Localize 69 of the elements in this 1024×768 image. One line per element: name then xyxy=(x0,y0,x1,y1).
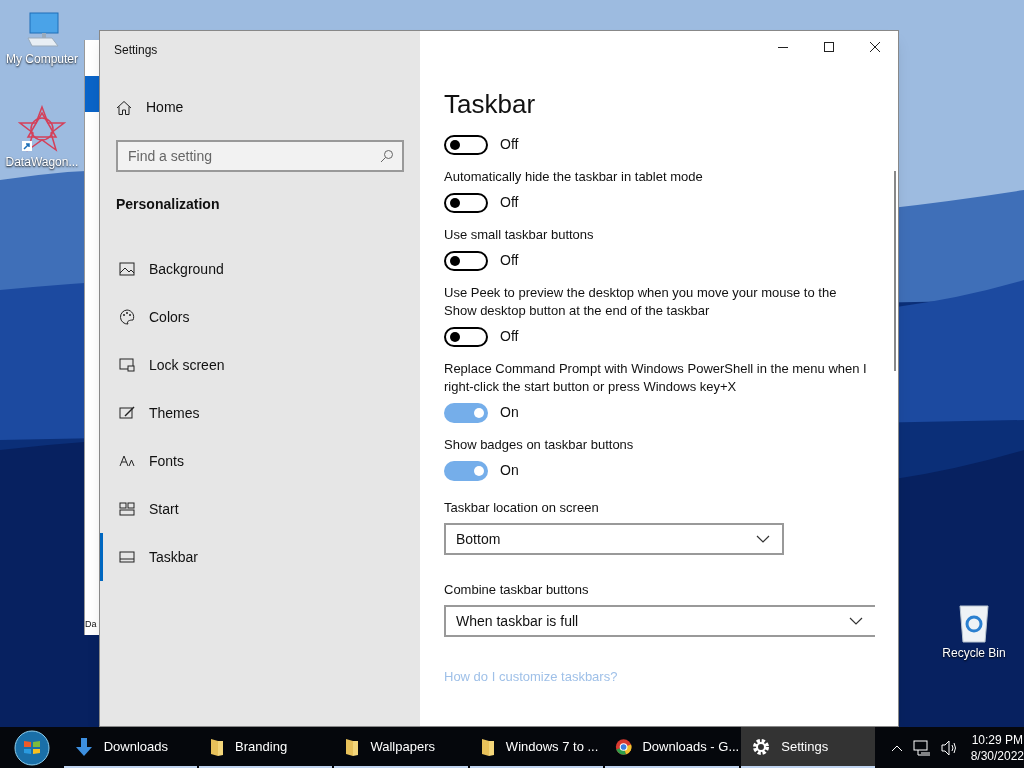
toggle-state: On xyxy=(500,403,519,422)
font-icon xyxy=(119,454,135,468)
toggle-switch[interactable] xyxy=(444,134,488,155)
taskbar-button[interactable]: Downloads xyxy=(63,727,198,768)
scrollbar-thumb[interactable] xyxy=(894,171,896,371)
window-title: Settings xyxy=(114,42,159,59)
nav-item[interactable]: Lock screen xyxy=(100,341,420,389)
chevron-down-icon xyxy=(849,617,863,625)
home-icon xyxy=(116,99,132,116)
taskbar-button[interactable]: Downloads - G... xyxy=(605,727,740,768)
folder-icon xyxy=(479,736,496,757)
nav-item[interactable]: Fonts xyxy=(100,437,420,485)
nav-item[interactable]: Themes xyxy=(100,389,420,437)
taskbar-icon xyxy=(119,551,135,563)
dropdown[interactable]: When taskbar is full xyxy=(444,605,875,637)
chevron-down-icon xyxy=(756,535,770,543)
download-arrow-icon xyxy=(73,736,94,757)
clock-time[interactable]: 10:29 PM xyxy=(971,731,1023,748)
brush-icon xyxy=(119,405,135,421)
home-link[interactable]: Home xyxy=(116,97,420,118)
search-field[interactable]: Find a setting xyxy=(116,140,404,172)
browser-logo-icon xyxy=(615,736,633,757)
maximize-icon xyxy=(824,42,834,52)
palette-icon xyxy=(119,309,135,325)
network-icon xyxy=(912,739,931,756)
toggle-switch[interactable] xyxy=(444,192,488,213)
page-heading: Taskbar xyxy=(444,88,537,121)
setting-label: Taskbar location on screen xyxy=(444,499,600,517)
nav-item[interactable]: Start xyxy=(100,485,420,533)
close-icon xyxy=(870,42,880,52)
clock-date[interactable]: 8/30/2022 xyxy=(970,747,1024,764)
picture-icon xyxy=(119,262,135,276)
toggle-state: Off xyxy=(500,327,519,346)
toggle-state: Off xyxy=(500,193,519,212)
taskbar-button[interactable]: Windows 7 to ... xyxy=(469,727,604,768)
start-tiles-icon xyxy=(119,502,135,516)
taskbar-button[interactable]: Wallpapers xyxy=(334,727,468,768)
chevron-up-icon xyxy=(890,743,903,752)
taskbar-button[interactable]: Branding xyxy=(199,727,333,768)
speaker-icon xyxy=(940,739,959,756)
folder-icon xyxy=(344,736,361,757)
star-logo-icon xyxy=(18,105,66,153)
folder-icon xyxy=(209,736,226,757)
windows-orb-icon xyxy=(13,729,50,766)
dropdown[interactable]: Bottom xyxy=(444,523,784,555)
setting-label: Show badges on taskbar buttons xyxy=(444,436,635,454)
search-icon xyxy=(380,149,394,163)
toggle-switch[interactable] xyxy=(444,402,488,423)
toggle-switch[interactable] xyxy=(444,250,488,271)
toggle-switch[interactable] xyxy=(444,460,488,481)
setting-label: Use Peek to preview the desktop when you move your mouse to the Show desktop button at the end of the taskbar xyxy=(444,284,838,320)
toggle-state: Off xyxy=(500,135,519,154)
setting-label: Combine taskbar buttons xyxy=(444,581,590,599)
section-heading: Personalization xyxy=(116,195,221,214)
desktop-icon-label[interactable]: Recycle Bin xyxy=(942,644,1006,662)
toggle-switch[interactable] xyxy=(444,326,488,347)
setting-label: Replace Command Prompt with Windows PowerShell in the menu when I right-click the start button or press Windows key+X xyxy=(444,360,868,396)
nav-item[interactable]: Background xyxy=(100,245,420,293)
gear-icon xyxy=(751,736,772,757)
nav-item[interactable]: Colors xyxy=(100,293,420,341)
taskbar-button[interactable]: Settings xyxy=(741,727,875,768)
setting-label: Automatically hide the taskbar in tablet mode xyxy=(444,168,704,186)
lock-screen-icon xyxy=(119,358,135,372)
setting-label: Use small taskbar buttons xyxy=(444,226,595,244)
window-text: Da xyxy=(85,617,98,631)
toggle-state: Off xyxy=(500,251,519,270)
minimize-icon xyxy=(778,46,788,48)
toggle-state: On xyxy=(500,461,519,480)
highlighted-row xyxy=(85,76,99,112)
